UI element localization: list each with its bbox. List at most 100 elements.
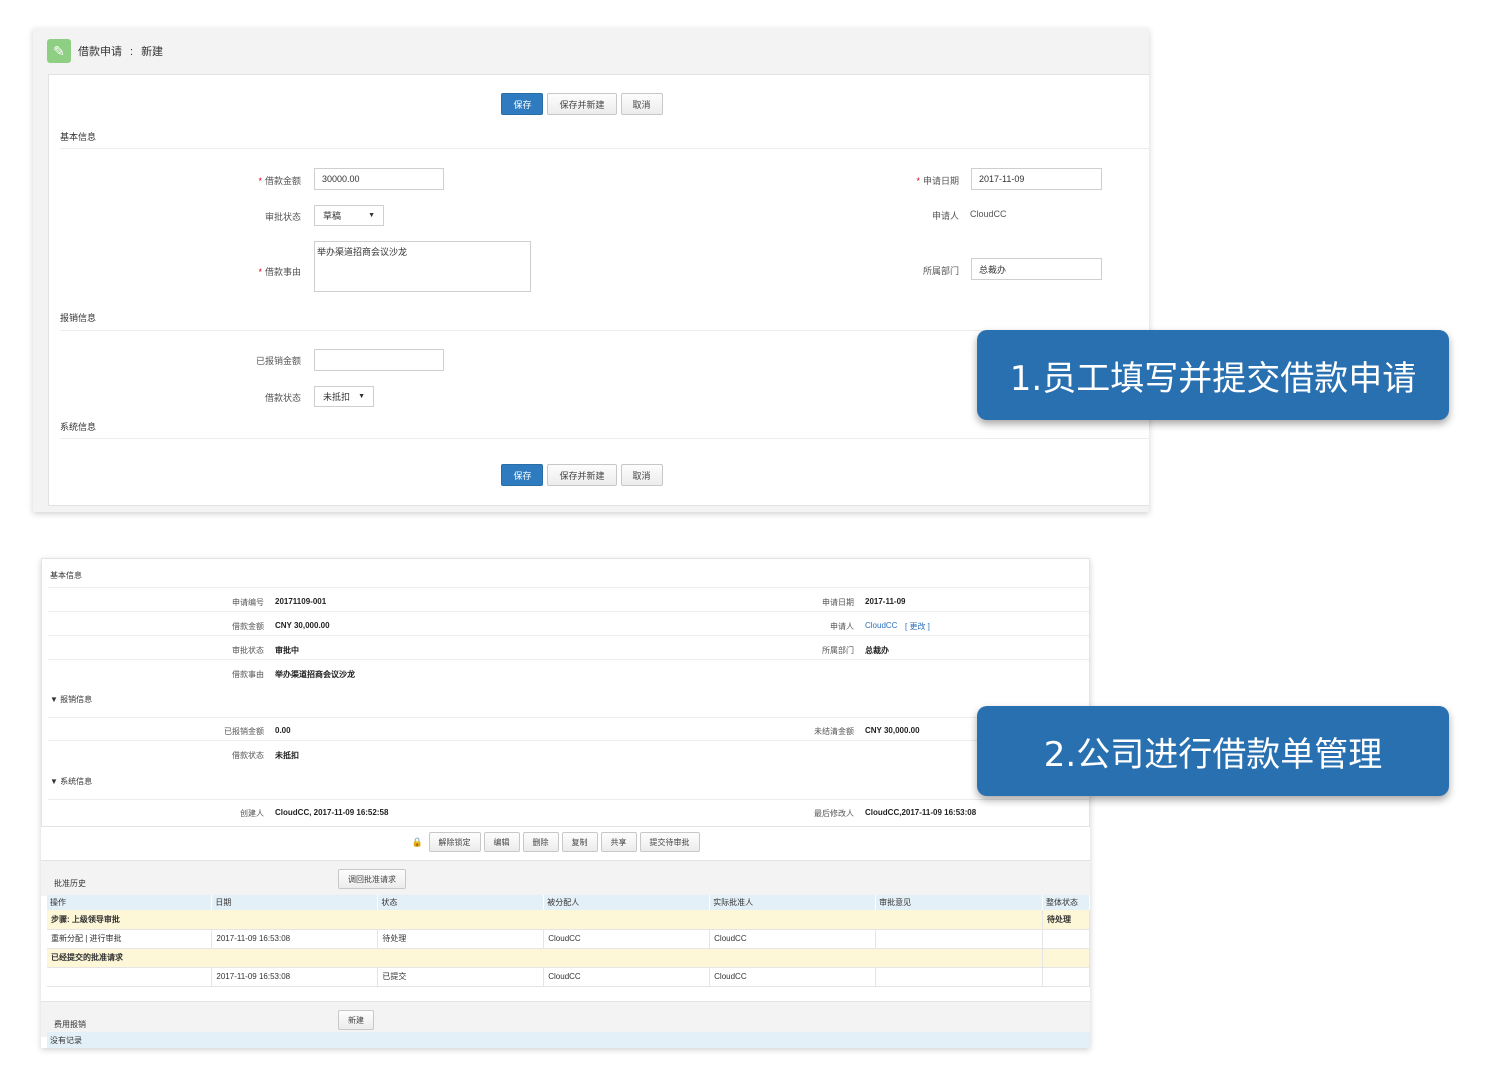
modifier-value: CloudCC,2017-11-09 16:53:08 bbox=[865, 808, 977, 817]
app-no-value: 20171109-001 bbox=[275, 597, 327, 606]
step1-callout: 1.员工填写并提交借款申请 bbox=[977, 330, 1449, 420]
cell-assignee: CloudCC bbox=[543, 967, 711, 987]
record-action-bar: 🔒 解除锁定 编辑 删除 复制 共享 提交待审批 bbox=[41, 832, 1090, 852]
table-row: 重新分配 | 进行审批 2017-11-09 16:53:08 待处理 Clou… bbox=[47, 929, 1091, 949]
cancel-button[interactable]: 取消 bbox=[620, 464, 663, 486]
amount-input[interactable]: 30000.00 bbox=[314, 168, 444, 190]
cancel-button[interactable]: 取消 bbox=[620, 93, 663, 115]
approval-status-select[interactable]: 草稿 ▼ bbox=[314, 205, 384, 226]
share-button[interactable]: 共享 bbox=[600, 832, 637, 852]
cell-overall bbox=[1042, 967, 1091, 987]
amount-label: * 借款金额 bbox=[258, 176, 301, 186]
save-button[interactable]: 保存 bbox=[501, 93, 544, 115]
apply-date-label: 申请日期 bbox=[822, 598, 854, 607]
section-divider bbox=[60, 148, 1149, 149]
overall-status: 待处理 bbox=[1042, 910, 1091, 930]
unlock-button[interactable]: 解除锁定 bbox=[428, 832, 481, 852]
expand-triangle-icon: ▼ bbox=[50, 695, 58, 704]
loan-status-select[interactable]: 未抵扣 ▼ bbox=[314, 386, 374, 407]
creator-label: 创建人 bbox=[240, 809, 264, 818]
cell-overall bbox=[1042, 948, 1091, 968]
new-expense-button[interactable]: 新建 bbox=[338, 1010, 374, 1030]
reason-label: 借款事由 bbox=[232, 670, 264, 679]
department-value: 总裁办 bbox=[865, 646, 889, 655]
table-header-row: 操作 日期 状态 被分配人 实际批准人 审批意见 整体状态 bbox=[47, 895, 1091, 910]
chevron-down-icon: ▼ bbox=[358, 393, 365, 400]
col-assignee: 被分配人 bbox=[543, 895, 711, 910]
copy-button[interactable]: 复制 bbox=[561, 832, 598, 852]
col-approver: 实际批准人 bbox=[709, 895, 877, 910]
required-marker: * bbox=[258, 267, 262, 277]
step-label: 步骤: 上级领导审批 bbox=[47, 910, 1043, 930]
required-marker: * bbox=[916, 176, 920, 186]
top-button-bar: 保存 保存并新建 取消 bbox=[49, 93, 1149, 115]
cell-comment bbox=[875, 967, 1043, 987]
col-date: 日期 bbox=[211, 895, 379, 910]
applicant-link[interactable]: CloudCC bbox=[865, 621, 897, 630]
save-button[interactable]: 保存 bbox=[501, 464, 544, 486]
unsettled-label: 未结清金额 bbox=[814, 727, 854, 736]
recall-approval-button[interactable]: 调回批准请求 bbox=[338, 869, 406, 889]
row-divider bbox=[48, 611, 1089, 612]
col-action: 操作 bbox=[47, 895, 213, 910]
cell-assignee: CloudCC bbox=[543, 929, 711, 949]
modifier-label: 最后修改人 bbox=[814, 809, 854, 818]
detail-box: 基本信息 申请编号 20171109-001 申请日期 2017-11-09 借… bbox=[41, 558, 1090, 827]
unsettled-value: CNY 30,000.00 bbox=[865, 726, 920, 735]
table-row: 2017-11-09 16:53:08 已提交 CloudCC CloudCC bbox=[47, 967, 1091, 987]
cell-approver: CloudCC bbox=[709, 929, 877, 949]
row-divider bbox=[48, 587, 1089, 588]
approval-history-title: 批准历史 bbox=[54, 879, 86, 888]
row-divider bbox=[48, 635, 1089, 636]
cell-date: 2017-11-09 16:53:08 bbox=[211, 929, 379, 949]
section-system-info: 系统信息 bbox=[60, 422, 97, 432]
empty-records-text: 没有记录 bbox=[47, 1032, 1090, 1048]
loan-status-label: 借款状态 bbox=[264, 393, 301, 403]
cell-comment bbox=[875, 929, 1043, 949]
loan-detail-panel: 基本信息 申请编号 20171109-001 申请日期 2017-11-09 借… bbox=[41, 558, 1091, 1048]
col-overall-status: 整体状态 bbox=[1042, 895, 1091, 910]
loan-form-panel: ✎ 借款申请: 新建 保存 保存并新建 取消 基本信息 * 借款金额 30000.0… bbox=[33, 28, 1149, 512]
reimbursed-value: 0.00 bbox=[275, 726, 291, 735]
cell-overall bbox=[1042, 929, 1091, 949]
delete-button[interactable]: 删除 bbox=[522, 832, 559, 852]
section-reimburse-toggle[interactable]: ▼ 报销信息 bbox=[50, 694, 92, 705]
cell-approver: CloudCC bbox=[709, 967, 877, 987]
row-actions[interactable]: 重新分配 | 进行审批 bbox=[47, 929, 213, 949]
reason-textarea[interactable]: 举办渠道招商会议沙龙 bbox=[314, 241, 531, 292]
section-system-toggle[interactable]: ▼ 系统信息 bbox=[50, 776, 92, 787]
row-divider bbox=[48, 659, 1089, 660]
table-row-step: 步骤: 上级领导审批 待处理 bbox=[47, 910, 1091, 930]
save-and-new-button[interactable]: 保存并新建 bbox=[547, 93, 617, 115]
cell-date: 2017-11-09 16:53:08 bbox=[211, 967, 379, 987]
submit-approval-button[interactable]: 提交待审批 bbox=[639, 832, 700, 852]
submitted-label: 已经提交的批准请求 bbox=[47, 948, 1043, 968]
department-label: 所属部门 bbox=[922, 266, 959, 276]
required-marker: * bbox=[258, 176, 262, 186]
apply-date-label: * 申请日期 bbox=[916, 176, 959, 186]
apply-date-value: 2017-11-09 bbox=[865, 597, 906, 606]
applicant-value: CloudCC bbox=[970, 209, 1007, 219]
expand-triangle-icon: ▼ bbox=[50, 777, 58, 786]
lock-icon: 🔒 bbox=[411, 837, 423, 847]
bottom-button-bar: 保存 保存并新建 取消 bbox=[49, 464, 1149, 486]
applicant-label: 申请人 bbox=[830, 622, 854, 631]
col-status: 状态 bbox=[377, 895, 545, 910]
row-actions bbox=[47, 967, 213, 987]
reimbursed-input[interactable] bbox=[314, 349, 444, 371]
page-title: 借款申请: 新建 bbox=[78, 43, 163, 59]
app-no-label: 申请编号 bbox=[232, 598, 264, 607]
department-label: 所属部门 bbox=[822, 646, 854, 655]
reimbursed-label: 已报销金额 bbox=[224, 727, 264, 736]
reason-label: * 借款事由 bbox=[258, 267, 301, 277]
row-divider bbox=[48, 799, 1089, 800]
edit-button[interactable]: 编辑 bbox=[483, 832, 520, 852]
object-name: 借款申请 bbox=[78, 46, 122, 58]
amount-value: CNY 30,000.00 bbox=[275, 621, 330, 630]
row-divider bbox=[48, 717, 1089, 718]
change-owner-link[interactable]: [ 更改 ] bbox=[905, 621, 930, 632]
save-and-new-button[interactable]: 保存并新建 bbox=[547, 464, 617, 486]
department-input[interactable]: 总裁办 bbox=[971, 258, 1102, 280]
apply-date-input[interactable]: 2017-11-09 bbox=[971, 168, 1102, 190]
cell-status: 已提交 bbox=[377, 967, 545, 987]
